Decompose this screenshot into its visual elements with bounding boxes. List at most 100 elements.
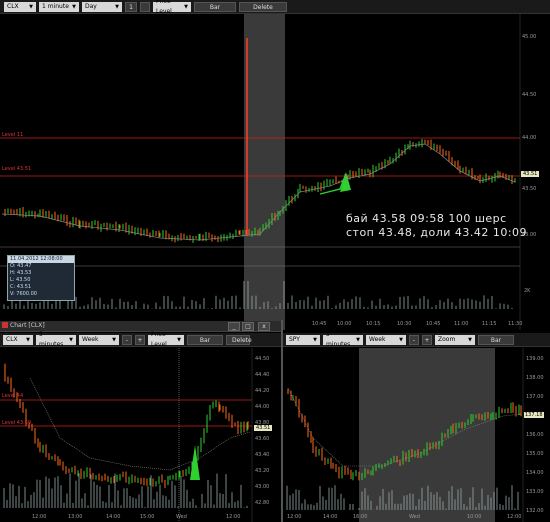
left-chart[interactable]: Level 44 Level 43.59 44.50 44.40 44.20 44.0… <box>0 348 282 522</box>
chevron-down-icon: ▼ <box>115 3 119 10</box>
left-level-label-1: Level 44 <box>2 393 24 399</box>
left-window-toolbar: CLX ▼ 5 minutes ▼ Week ▼ - + Price Level ▼ B… <box>0 331 282 348</box>
volume-label: 2K <box>524 288 531 294</box>
right-plus-button[interactable]: + <box>422 334 432 345</box>
right-price-axis-label: 137.00 <box>526 394 544 400</box>
chevron-down-icon: ▼ <box>29 3 33 10</box>
left-time-label-0: 12:00 <box>32 514 47 520</box>
left-price-axis-label: 44.50 <box>255 356 270 362</box>
current-price-badge: 43.51 <box>521 171 540 177</box>
time-label-5: 11:00 <box>454 321 469 327</box>
right-time-label-5: 12:00 <box>507 514 522 520</box>
main-small-button[interactable]: 1 <box>125 1 137 12</box>
annotation-line-2: стоп 43.48, доли 43.42 10:09 <box>346 226 528 239</box>
right-range-select[interactable]: Week ▼ <box>366 334 406 345</box>
chevron-down-icon: ▼ <box>468 336 472 343</box>
left-time-label-1: 13:00 <box>68 514 83 520</box>
main-interval-select[interactable]: 1 minute ▼ <box>39 1 79 12</box>
info-row-volume: V: 7600.00 <box>10 291 37 297</box>
left-price-axis-label: 44.40 <box>255 372 270 378</box>
left-symbol-select[interactable]: CLX ▼ <box>3 334 33 345</box>
left-time-label-4: Wed <box>176 514 187 520</box>
main-small-button-2[interactable] <box>140 1 150 12</box>
left-current-price-badge: 43.51 <box>254 425 273 431</box>
right-chart[interactable]: 139.00138.00137.00137.00136.00135.00134.… <box>283 348 550 522</box>
left-range-select[interactable]: Week ▼ <box>79 334 119 345</box>
info-row-open: O: 43.47 <box>10 263 32 269</box>
left-bar-button[interactable]: Bar <box>187 334 223 345</box>
left-interval-select[interactable]: 5 minutes ▼ <box>36 331 76 348</box>
time-label-1: 10:00 <box>337 321 352 327</box>
left-price-axis-label: 43.00 <box>255 484 270 490</box>
left-mode-select[interactable]: Price Level ▼ <box>148 331 184 348</box>
left-symbol-value: CLX <box>6 335 18 343</box>
left-plus-button[interactable]: + <box>135 334 145 345</box>
main-delete-levels-button[interactable]: Delete Levels <box>239 1 287 21</box>
minimize-button[interactable]: _ <box>228 322 240 331</box>
right-price-axis-label: 133.00 <box>526 489 544 495</box>
left-delete-button[interactable]: Delete <box>226 334 252 345</box>
right-price-axis-label: 135.00 <box>526 451 544 457</box>
time-label-6: 11:15 <box>482 321 497 327</box>
left-price-axis-label: 43.60 <box>255 436 270 442</box>
price-axis-label-0: 45.00 <box>522 34 537 40</box>
chevron-down-icon: ▼ <box>399 336 403 343</box>
right-price-axis-label: 138.00 <box>526 375 544 381</box>
main-symbol-select[interactable]: CLX ▼ <box>4 1 36 12</box>
info-row-low: L: 43.50 <box>10 277 31 283</box>
chevron-down-icon: ▼ <box>26 336 30 343</box>
chevron-down-icon: ▼ <box>69 336 73 343</box>
right-chart-svg[interactable] <box>283 348 550 522</box>
right-interval-select[interactable]: 5 minutes ▼ <box>323 331 363 348</box>
close-button[interactable]: x <box>258 322 270 331</box>
left-window-title: Chart [CLX] <box>10 322 45 329</box>
time-label-0: 10:45 <box>312 321 327 327</box>
time-label-3: 10:30 <box>397 321 412 327</box>
right-range-value: Week <box>369 335 386 343</box>
right-mode-value: Zoom <box>438 335 456 343</box>
right-mode-select[interactable]: Zoom ▼ <box>435 334 475 345</box>
left-price-axis-label: 42.80 <box>255 500 270 506</box>
chevron-down-icon: ▼ <box>177 336 181 343</box>
left-price-axis-label: 44.20 <box>255 388 270 394</box>
main-range-select[interactable]: Day ▼ <box>82 1 122 12</box>
right-price-axis-label: 132.00 <box>526 508 544 514</box>
time-label-4: 10:45 <box>426 321 441 327</box>
main-chart-svg[interactable] <box>0 14 550 330</box>
left-price-axis-label: 43.40 <box>255 452 270 458</box>
right-highlight-region <box>359 348 495 522</box>
right-time-label-4: 10:00 <box>467 514 482 520</box>
left-mode-value: Price Level <box>151 330 167 348</box>
right-price-axis-label: 134.00 <box>526 470 544 476</box>
left-chart-svg[interactable] <box>0 348 282 522</box>
main-chart[interactable]: Level 11 Level 43.51 45.00 44.50 44.00 4… <box>0 14 550 330</box>
main-interval-value: 1 minute <box>42 2 69 10</box>
right-bar-button[interactable]: Bar <box>478 334 514 345</box>
right-interval-value: 5 minutes <box>326 330 351 348</box>
main-price-level-select[interactable]: Price Level ▼ <box>153 0 191 15</box>
info-row-high: H: 43.53 <box>10 270 32 276</box>
time-label-7: 11:30 <box>508 321 523 327</box>
chevron-down-icon: ▼ <box>184 3 188 10</box>
main-bar-button[interactable]: Bar <box>194 1 236 12</box>
right-minus-button[interactable]: - <box>409 334 419 345</box>
right-symbol-select[interactable]: SPY ▼ <box>286 334 320 345</box>
left-time-label-3: 15:00 <box>140 514 155 520</box>
main-symbol-value: CLX <box>7 2 19 10</box>
left-time-label-5: 12:00 <box>226 514 241 520</box>
price-axis-label-2: 44.00 <box>522 135 537 141</box>
left-minus-button[interactable]: - <box>122 334 132 345</box>
chart-window-icon <box>2 322 8 328</box>
right-time-label-3: Wed <box>409 514 420 520</box>
maximize-button[interactable]: □ <box>242 322 254 331</box>
price-axis-label-3: 43.50 <box>522 186 537 192</box>
info-header: 11.04.2012 12:08:00 <box>8 256 74 263</box>
right-time-label-1: 14:00 <box>323 514 338 520</box>
main-toolbar: CLX ▼ 1 minute ▼ Day ▼ 1 Price Level ▼ Bar D… <box>0 0 550 21</box>
level-label-2: Level 43.51 <box>2 166 32 172</box>
chevron-down-icon: ▼ <box>356 336 360 343</box>
right-time-label-0: 12:00 <box>287 514 302 520</box>
window-divider[interactable] <box>281 320 283 522</box>
right-symbol-value: SPY <box>289 335 300 343</box>
price-axis-label-1: 44.50 <box>522 92 537 98</box>
